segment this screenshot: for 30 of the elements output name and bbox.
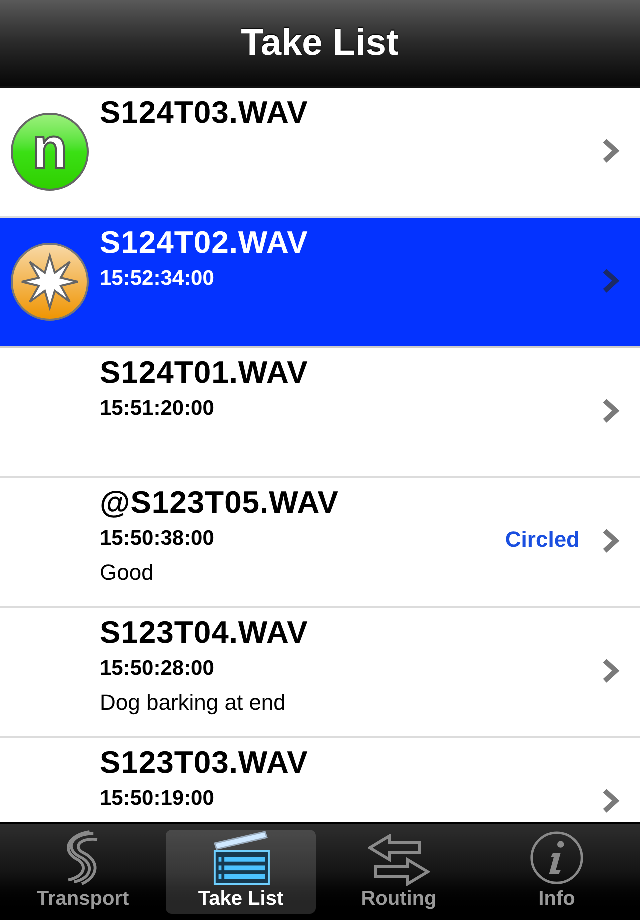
swap-arrows-icon [368, 834, 430, 886]
take-row[interactable]: S124T02.WAV 15:52:34:00 [0, 218, 640, 348]
chevron-icon [602, 268, 620, 294]
tab[interactable]: Routing [324, 830, 474, 914]
timecode: 15:51:20:00 [100, 396, 214, 422]
info-icon [528, 830, 586, 886]
take-note: Dog barking at end [100, 689, 287, 717]
timecode: 15:50:19:00 [100, 786, 214, 812]
timecode: 15:52:34:00 [100, 266, 214, 292]
tab[interactable]: Transport [8, 830, 158, 914]
tab[interactable]: Take List [166, 830, 316, 914]
file-name: S124T03.WAV [100, 94, 310, 132]
file-name: S124T01.WAV [100, 354, 310, 392]
timecode: 15:50:28:00 [100, 656, 214, 682]
star-badge-icon [10, 242, 90, 322]
file-name: S124T02.WAV [100, 224, 310, 262]
chevron-icon [602, 398, 620, 424]
file-name: @S123T05.WAV [100, 484, 340, 522]
chevron-icon [602, 138, 620, 164]
take-note: Good [100, 559, 155, 587]
timecode: 15:50:38:00 [100, 526, 214, 552]
circled-label: Circled [505, 526, 580, 554]
window-title: Take List [241, 21, 399, 66]
chevron-icon [602, 658, 620, 684]
file-name: S123T04.WAV [100, 614, 310, 652]
file-name: S123T03.WAV [100, 744, 310, 782]
tab[interactable]: Info [482, 830, 632, 914]
chevron-icon [602, 788, 620, 814]
chevron-icon [602, 528, 620, 554]
new-badge-icon: n [11, 113, 89, 191]
